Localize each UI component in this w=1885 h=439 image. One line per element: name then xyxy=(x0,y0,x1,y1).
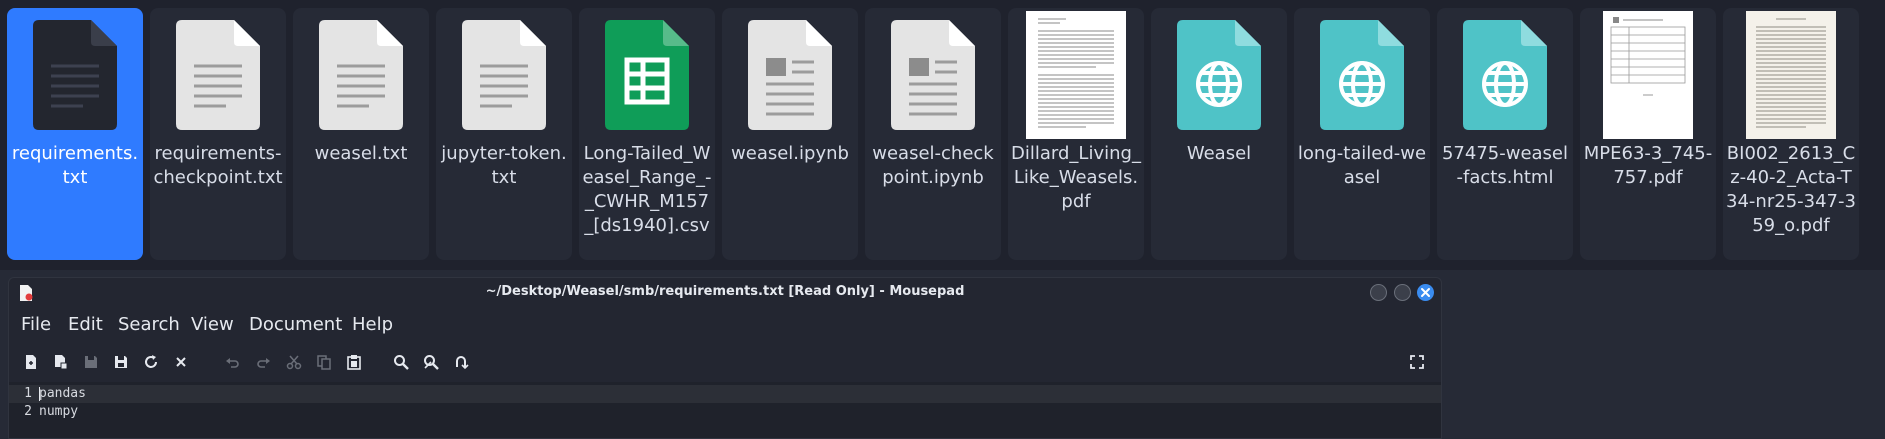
file-name: weasel.ipynb xyxy=(731,143,849,164)
menu-search[interactable]: Search xyxy=(118,312,180,338)
mousepad-window: ~/Desktop/Weasel/smb/requirements.txt [R… xyxy=(8,277,1442,439)
menu-edit[interactable]: Edit xyxy=(68,312,103,338)
file-name: requirements.txt xyxy=(11,143,139,188)
close-window-button[interactable] xyxy=(1417,284,1434,301)
file-item-weasel-ipynb[interactable]: weasel.ipynb xyxy=(722,8,858,260)
pdf-thumbnail xyxy=(1008,10,1144,140)
find-replace-button[interactable] xyxy=(421,352,441,372)
new-document-icon xyxy=(26,355,36,369)
file-item-long-tailed-weasel[interactable]: long-tailed-weasel xyxy=(1294,8,1430,260)
copy-icon xyxy=(317,355,331,370)
file-name: requirements-checkpoint.txt xyxy=(153,143,283,188)
file-item-weasel-txt[interactable]: weasel.txt xyxy=(293,8,429,260)
file-icon-view: requirements.txt requirements-checkpoint… xyxy=(0,0,1885,270)
notebook-file-icon xyxy=(865,10,1001,140)
line-text: pandas xyxy=(39,386,86,401)
file-item-weasel-html[interactable]: Weasel xyxy=(1151,8,1287,260)
undo-icon xyxy=(226,358,239,368)
menu-help[interactable]: Help xyxy=(352,312,393,338)
file-item-weasel-checkpoint-ipynb[interactable]: weasel-checkpoint.ipynb xyxy=(865,8,1001,260)
line-number: 2 xyxy=(24,404,32,419)
file-name: weasel.txt xyxy=(314,143,408,164)
html-file-icon xyxy=(1437,10,1573,140)
menu-file[interactable]: File xyxy=(21,312,51,338)
close-icon xyxy=(176,357,186,367)
fullscreen-icon xyxy=(1410,355,1424,369)
copy-button[interactable] xyxy=(314,352,334,372)
save-as-icon xyxy=(115,356,127,368)
menu-bar: File Edit Search View Document Help xyxy=(9,312,1441,340)
go-to-line-icon xyxy=(456,356,469,370)
file-name: Long-Tailed_Weasel_Range_-_CWHR_M157_[ds… xyxy=(582,143,712,236)
redo-button[interactable] xyxy=(253,352,273,372)
find-button[interactable] xyxy=(391,352,411,372)
file-item-weasel-facts-html[interactable]: 57475-weasel-facts.html xyxy=(1437,8,1573,260)
new-window-icon xyxy=(55,355,68,370)
minimize-button[interactable] xyxy=(1370,284,1387,301)
cut-button[interactable] xyxy=(284,352,304,372)
file-item-long-tailed-weasel-csv[interactable]: Long-Tailed_Weasel_Range_-_CWHR_M157_[ds… xyxy=(579,8,715,260)
file-name: Weasel xyxy=(1186,143,1252,164)
save-icon xyxy=(85,356,97,368)
fullscreen-button[interactable] xyxy=(1407,352,1427,372)
find-replace-icon xyxy=(424,355,439,370)
window-title: ~/Desktop/Weasel/smb/requirements.txt [R… xyxy=(485,284,965,299)
text-editor[interactable]: 1 pandas 2 numpy xyxy=(9,382,1441,438)
pdf-thumbnail xyxy=(1723,10,1859,140)
file-name: BI002_2613_Cz-40-2_Acta-T34-nr25-347-359… xyxy=(1726,143,1856,236)
undo-button[interactable] xyxy=(223,352,243,372)
paste-icon xyxy=(347,355,361,370)
file-name: MPE63-3_745-757.pdf xyxy=(1583,143,1713,188)
file-item-mpe63-pdf[interactable]: MPE63-3_745-757.pdf xyxy=(1580,8,1716,260)
spreadsheet-icon xyxy=(579,10,715,140)
file-name: weasel-checkpoint.ipynb xyxy=(872,143,994,188)
maximize-button[interactable] xyxy=(1394,284,1411,301)
editor-line[interactable]: 1 pandas xyxy=(9,385,1441,403)
file-name: Dillard_Living_Like_Weasels.pdf xyxy=(1011,143,1141,212)
text-file-icon xyxy=(436,10,572,140)
new-window-button[interactable] xyxy=(51,352,71,372)
file-item-dillard-pdf[interactable]: Dillard_Living_Like_Weasels.pdf xyxy=(1008,8,1144,260)
close-icon xyxy=(1421,288,1430,297)
toolbar xyxy=(9,347,1441,377)
text-file-icon xyxy=(293,10,429,140)
file-name: 57475-weasel-facts.html xyxy=(1441,143,1569,188)
html-file-icon xyxy=(1294,10,1430,140)
file-item-requirements-txt[interactable]: requirements.txt xyxy=(7,8,143,260)
paste-button[interactable] xyxy=(344,352,364,372)
redo-icon xyxy=(257,358,270,368)
go-to-line-button[interactable] xyxy=(451,352,471,372)
text-file-icon xyxy=(7,10,143,140)
new-document-button[interactable] xyxy=(21,352,41,372)
save-as-button[interactable] xyxy=(111,352,131,372)
file-item-jupyter-token-txt[interactable]: jupyter-token.txt xyxy=(436,8,572,260)
menu-document[interactable]: Document xyxy=(249,312,342,338)
line-number: 1 xyxy=(24,386,32,401)
menu-view[interactable]: View xyxy=(191,312,234,338)
window-titlebar[interactable]: ~/Desktop/Weasel/smb/requirements.txt [R… xyxy=(9,278,1441,308)
pdf-thumbnail xyxy=(1580,10,1716,140)
editor-line[interactable]: 2 numpy xyxy=(9,403,1441,421)
line-text: numpy xyxy=(39,404,79,419)
find-icon xyxy=(394,355,409,370)
notebook-file-icon xyxy=(722,10,858,140)
file-name: long-tailed-weasel xyxy=(1297,143,1427,188)
close-document-button[interactable] xyxy=(171,352,191,372)
cut-icon xyxy=(286,355,302,370)
save-button[interactable] xyxy=(81,352,101,372)
file-name: jupyter-token.txt xyxy=(441,143,567,188)
file-item-requirements-checkpoint-txt[interactable]: requirements-checkpoint.txt xyxy=(150,8,286,260)
html-file-icon xyxy=(1151,10,1287,140)
text-file-icon xyxy=(150,10,286,140)
reload-icon xyxy=(145,355,157,368)
file-item-bi002-pdf[interactable]: BI002_2613_Cz-40-2_Acta-T34-nr25-347-359… xyxy=(1723,8,1859,260)
reload-button[interactable] xyxy=(141,352,161,372)
